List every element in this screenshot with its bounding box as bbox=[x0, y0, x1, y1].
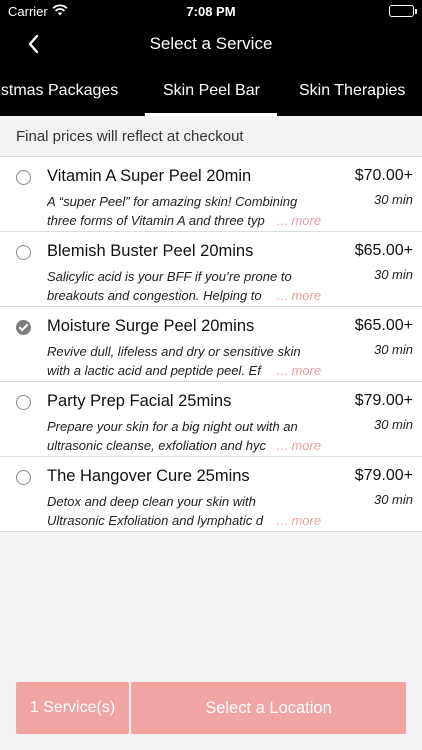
service-row[interactable]: Blemish Buster Peel 20mins $65.00+ Salic… bbox=[0, 232, 422, 307]
service-description: Detox and deep clean your skin with Ultr… bbox=[47, 494, 264, 528]
service-duration: 30 min bbox=[373, 192, 413, 207]
service-name: Vitamin A Super Peel 20min bbox=[47, 167, 252, 185]
service-row[interactable]: Party Prep Facial 25mins $79.00+ Prepare… bbox=[0, 382, 422, 457]
service-row[interactable]: Vitamin A Super Peel 20min $70.00+ A “su… bbox=[0, 157, 422, 232]
more-link[interactable]: ... more bbox=[275, 211, 322, 230]
selected-services-button[interactable]: 1 Service(s) bbox=[16, 682, 129, 734]
service-duration: 30 min bbox=[373, 417, 413, 432]
more-link[interactable]: ... more bbox=[275, 511, 322, 530]
radio-icon[interactable] bbox=[16, 245, 31, 260]
more-link[interactable]: ... more bbox=[275, 286, 322, 305]
more-link[interactable]: ... more bbox=[275, 436, 322, 455]
status-bar: Carrier 7:08 PM bbox=[0, 0, 422, 22]
service-description: Prepare your skin for a big night out wi… bbox=[47, 419, 298, 453]
navigation-bar: Select a Service bbox=[0, 22, 422, 66]
service-list: Vitamin A Super Peel 20min $70.00+ A “su… bbox=[0, 157, 422, 532]
select-location-button[interactable]: Select a Location bbox=[131, 682, 406, 734]
service-name: Party Prep Facial 25mins bbox=[47, 392, 232, 410]
service-duration: 30 min bbox=[373, 342, 413, 357]
clock: 7:08 PM bbox=[186, 4, 236, 19]
service-price: $70.00+ bbox=[354, 167, 413, 184]
radio-icon[interactable] bbox=[16, 470, 31, 485]
service-description: A “super Peel” for amazing skin! Combini… bbox=[47, 194, 298, 228]
tab-skin-therapies[interactable]: Skin Therapies bbox=[299, 82, 405, 100]
category-tabs: ristmas Packages Skin Peel Bar Skin Ther… bbox=[0, 66, 422, 116]
service-price: $79.00+ bbox=[354, 392, 413, 409]
service-description: Revive dull, lifeless and dry or sensiti… bbox=[47, 344, 301, 378]
service-duration: 30 min bbox=[373, 492, 413, 507]
service-name: The Hangover Cure 25mins bbox=[47, 467, 250, 485]
service-row[interactable]: Moisture Surge Peel 20mins $65.00+ Reviv… bbox=[0, 307, 422, 382]
radio-icon[interactable] bbox=[16, 170, 31, 185]
page-title: Select a Service bbox=[149, 34, 273, 53]
footer-actions: 1 Service(s) Select a Location bbox=[16, 682, 406, 734]
service-price: $65.00+ bbox=[354, 242, 413, 259]
service-price: $79.00+ bbox=[354, 467, 413, 484]
service-name: Moisture Surge Peel 20mins bbox=[47, 317, 255, 335]
service-duration: 30 min bbox=[373, 267, 413, 282]
tab-christmas-packages[interactable]: ristmas Packages bbox=[0, 82, 118, 100]
service-price: $65.00+ bbox=[354, 317, 413, 334]
battery-icon bbox=[389, 5, 417, 17]
service-name: Blemish Buster Peel 20mins bbox=[47, 242, 254, 260]
radio-checked-icon[interactable] bbox=[16, 320, 31, 335]
service-row[interactable]: The Hangover Cure 25mins $79.00+ Detox a… bbox=[0, 457, 422, 532]
radio-icon[interactable] bbox=[16, 395, 31, 410]
checkout-notice: Final prices will reflect at checkout bbox=[0, 116, 422, 157]
service-description: Salicylic acid is your BFF if you’re pro… bbox=[47, 269, 292, 303]
tab-skin-peel-bar[interactable]: Skin Peel Bar bbox=[163, 82, 260, 100]
more-link[interactable]: ... more bbox=[275, 361, 322, 380]
